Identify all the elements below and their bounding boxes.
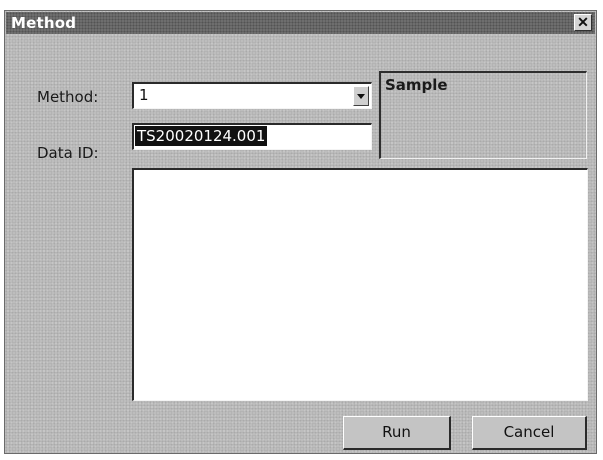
close-button[interactable]: ✕ <box>574 14 592 31</box>
sample-groupbox: Sample <box>379 71 587 159</box>
data-id-input[interactable]: TS20020124.001 <box>132 123 372 150</box>
cancel-button[interactable]: Cancel <box>472 416 587 450</box>
close-icon: ✕ <box>577 14 589 30</box>
method-combobox[interactable]: 1 <box>132 82 372 109</box>
sample-group-label: Sample <box>385 76 448 94</box>
method-value: 1 <box>139 86 149 104</box>
title-bar[interactable]: Method ✕ <box>6 12 595 34</box>
chevron-down-icon[interactable] <box>353 86 369 106</box>
method-dialog: Method ✕ Method: 1 Data ID: TS20020124.0… <box>4 10 597 454</box>
run-button[interactable]: Run <box>343 416 451 450</box>
data-id-value: TS20020124.001 <box>135 126 268 146</box>
sample-list[interactable] <box>132 168 588 401</box>
method-label: Method: <box>37 88 99 106</box>
window-title: Method <box>11 14 77 32</box>
data-id-label: Data ID: <box>37 144 99 162</box>
